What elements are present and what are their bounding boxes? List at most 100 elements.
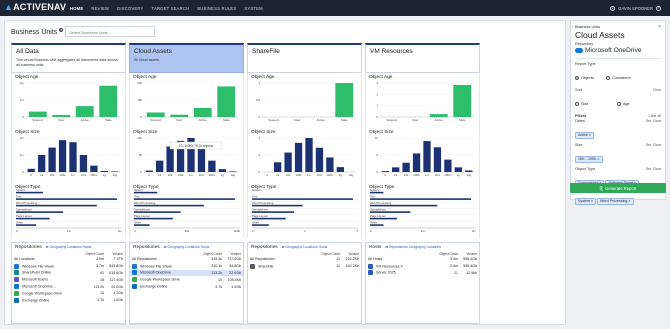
table-link[interactable]: Hosts [319,245,328,249]
table-row[interactable]: Microsoft OneDrive... 113.2k 22.0Gb [12,283,125,290]
table-row[interactable]: All Hosts 3.4m 596.4Gb [366,256,479,263]
size-bar[interactable] [111,171,119,172]
size-bar[interactable] [166,146,174,173]
size-set-link[interactable]: Set [646,143,651,147]
type-bar[interactable] [252,211,295,213]
col-header-count[interactable]: Object Count [432,252,458,256]
size-bar[interactable] [284,152,292,172]
size-bar[interactable] [433,147,442,172]
col-header-count[interactable]: Object Count [314,252,340,256]
nav-item-5[interactable]: SYSTEM [244,6,262,11]
filter-chip-type[interactable]: System × [575,197,597,205]
type-bar[interactable] [370,211,411,213]
size-bar[interactable] [229,171,237,172]
table-link[interactable]: Locations [427,245,442,249]
table-link[interactable]: Geography [49,245,66,249]
table-link[interactable]: Hosts [83,245,92,249]
business-unit-card[interactable]: VM Resources [365,43,480,73]
size-bar[interactable] [305,138,313,172]
size-bar[interactable] [326,157,334,172]
type-set-link[interactable]: Set [646,167,651,171]
type-bar[interactable] [134,191,158,194]
size-bar[interactable] [423,141,431,172]
age-bar[interactable] [52,114,71,117]
type-bar[interactable] [16,191,43,194]
type-bar[interactable] [16,211,64,213]
dates-clear-link[interactable]: Clear [653,119,661,123]
table-row[interactable]: ShareFile 11 162.2Kb [248,263,361,270]
table-title[interactable]: Repositories [251,245,278,250]
business-unit-card[interactable]: Cloud Assets All cloud assets [129,43,244,73]
size-clear-link[interactable]: Clear [653,143,661,147]
age-bar[interactable] [146,112,165,117]
table-link[interactable]: Locations [303,245,318,249]
age-bar[interactable] [75,106,94,117]
type-bar[interactable] [370,224,384,226]
table-link[interactable]: Geography [409,245,426,249]
table-link[interactable]: Locations [185,245,200,249]
type-bar[interactable] [134,217,173,220]
age-bar[interactable] [28,111,47,117]
size-bar[interactable] [392,167,400,172]
table-row[interactable]: All Locations 4.9m 7.2Tb [12,256,125,263]
col-header-count[interactable]: Object Count [196,252,222,256]
type-bar[interactable] [134,198,235,200]
col-header-volume[interactable]: Volume [458,252,477,256]
type-bar[interactable] [370,198,471,200]
size-bar[interactable] [274,162,282,172]
size-bar[interactable] [145,170,153,172]
radio-containers[interactable]: Containers [606,76,631,80]
age-bar[interactable] [217,86,236,117]
type-bar[interactable] [252,224,269,226]
business-unit-card[interactable]: All Data This virtual Business Unit aggre… [11,43,126,73]
close-icon[interactable]: × [658,24,661,30]
dates-set-link[interactable]: Set [646,119,651,123]
size-bar[interactable] [402,162,410,172]
size-bar[interactable] [38,155,46,172]
col-header-volume[interactable]: Volume [222,252,241,256]
clear-all-link[interactable]: Clear All [648,114,661,118]
type-bar[interactable] [134,211,181,213]
type-bar[interactable] [252,217,286,220]
table-row[interactable]: SharePoint Online 91 615.6Gb [12,270,125,277]
age-bar[interactable] [429,114,448,117]
table-row[interactable]: VM Resources 4 3.4m 596.4Gb [366,263,479,270]
age-bar[interactable] [335,83,354,117]
table-row[interactable]: Server 2025 21 12.9kb [366,270,479,277]
info-icon[interactable]: ? [59,27,64,32]
nav-item-1[interactable]: REVIEW [91,6,109,11]
table-title[interactable]: Repositories [133,245,160,250]
size-bar[interactable] [208,160,216,172]
size-bar[interactable] [79,155,88,172]
table-row[interactable]: Windows File Share 210.1k 44.8Gb [130,263,243,270]
size-bar[interactable] [48,147,56,172]
table-row[interactable]: All Repositories 11 162.2Kb [248,256,361,263]
size-bar[interactable] [197,146,206,173]
size-bar[interactable] [381,171,389,172]
sort-clear-link[interactable]: Clear [653,88,661,92]
size-bar[interactable] [58,140,67,172]
table-link[interactable]: Hosts [201,245,210,249]
age-bar[interactable] [170,114,189,117]
size-bar[interactable] [27,168,35,172]
table-link[interactable]: Locations [67,245,82,249]
table-row[interactable]: Google Workspace Drive 10 105.4Kb [130,276,243,283]
size-bar[interactable] [156,160,164,172]
table-link[interactable]: Geography [285,245,302,249]
size-bar[interactable] [315,147,324,172]
radio-objects[interactable]: Objects [575,76,594,80]
radio-sort-size[interactable]: Size [575,102,588,106]
type-bar[interactable] [134,204,204,207]
size-bar[interactable] [100,170,108,172]
table-row[interactable]: All Repositories 335.4k 717.0Gb [130,256,243,263]
type-bar[interactable] [370,204,438,207]
type-bar[interactable] [370,191,384,194]
radio-sort-age[interactable]: Age [616,102,630,106]
nav-item-3[interactable]: TARGET SEARCH [152,6,190,11]
nav-item-0[interactable]: HOME [70,6,83,11]
nav-item-4[interactable]: BUSINESS RULES [197,6,236,11]
type-bar[interactable] [16,198,117,200]
type-bar[interactable] [370,217,397,220]
filter-chip-active[interactable]: Active × [575,131,594,139]
type-bar[interactable] [16,217,50,220]
